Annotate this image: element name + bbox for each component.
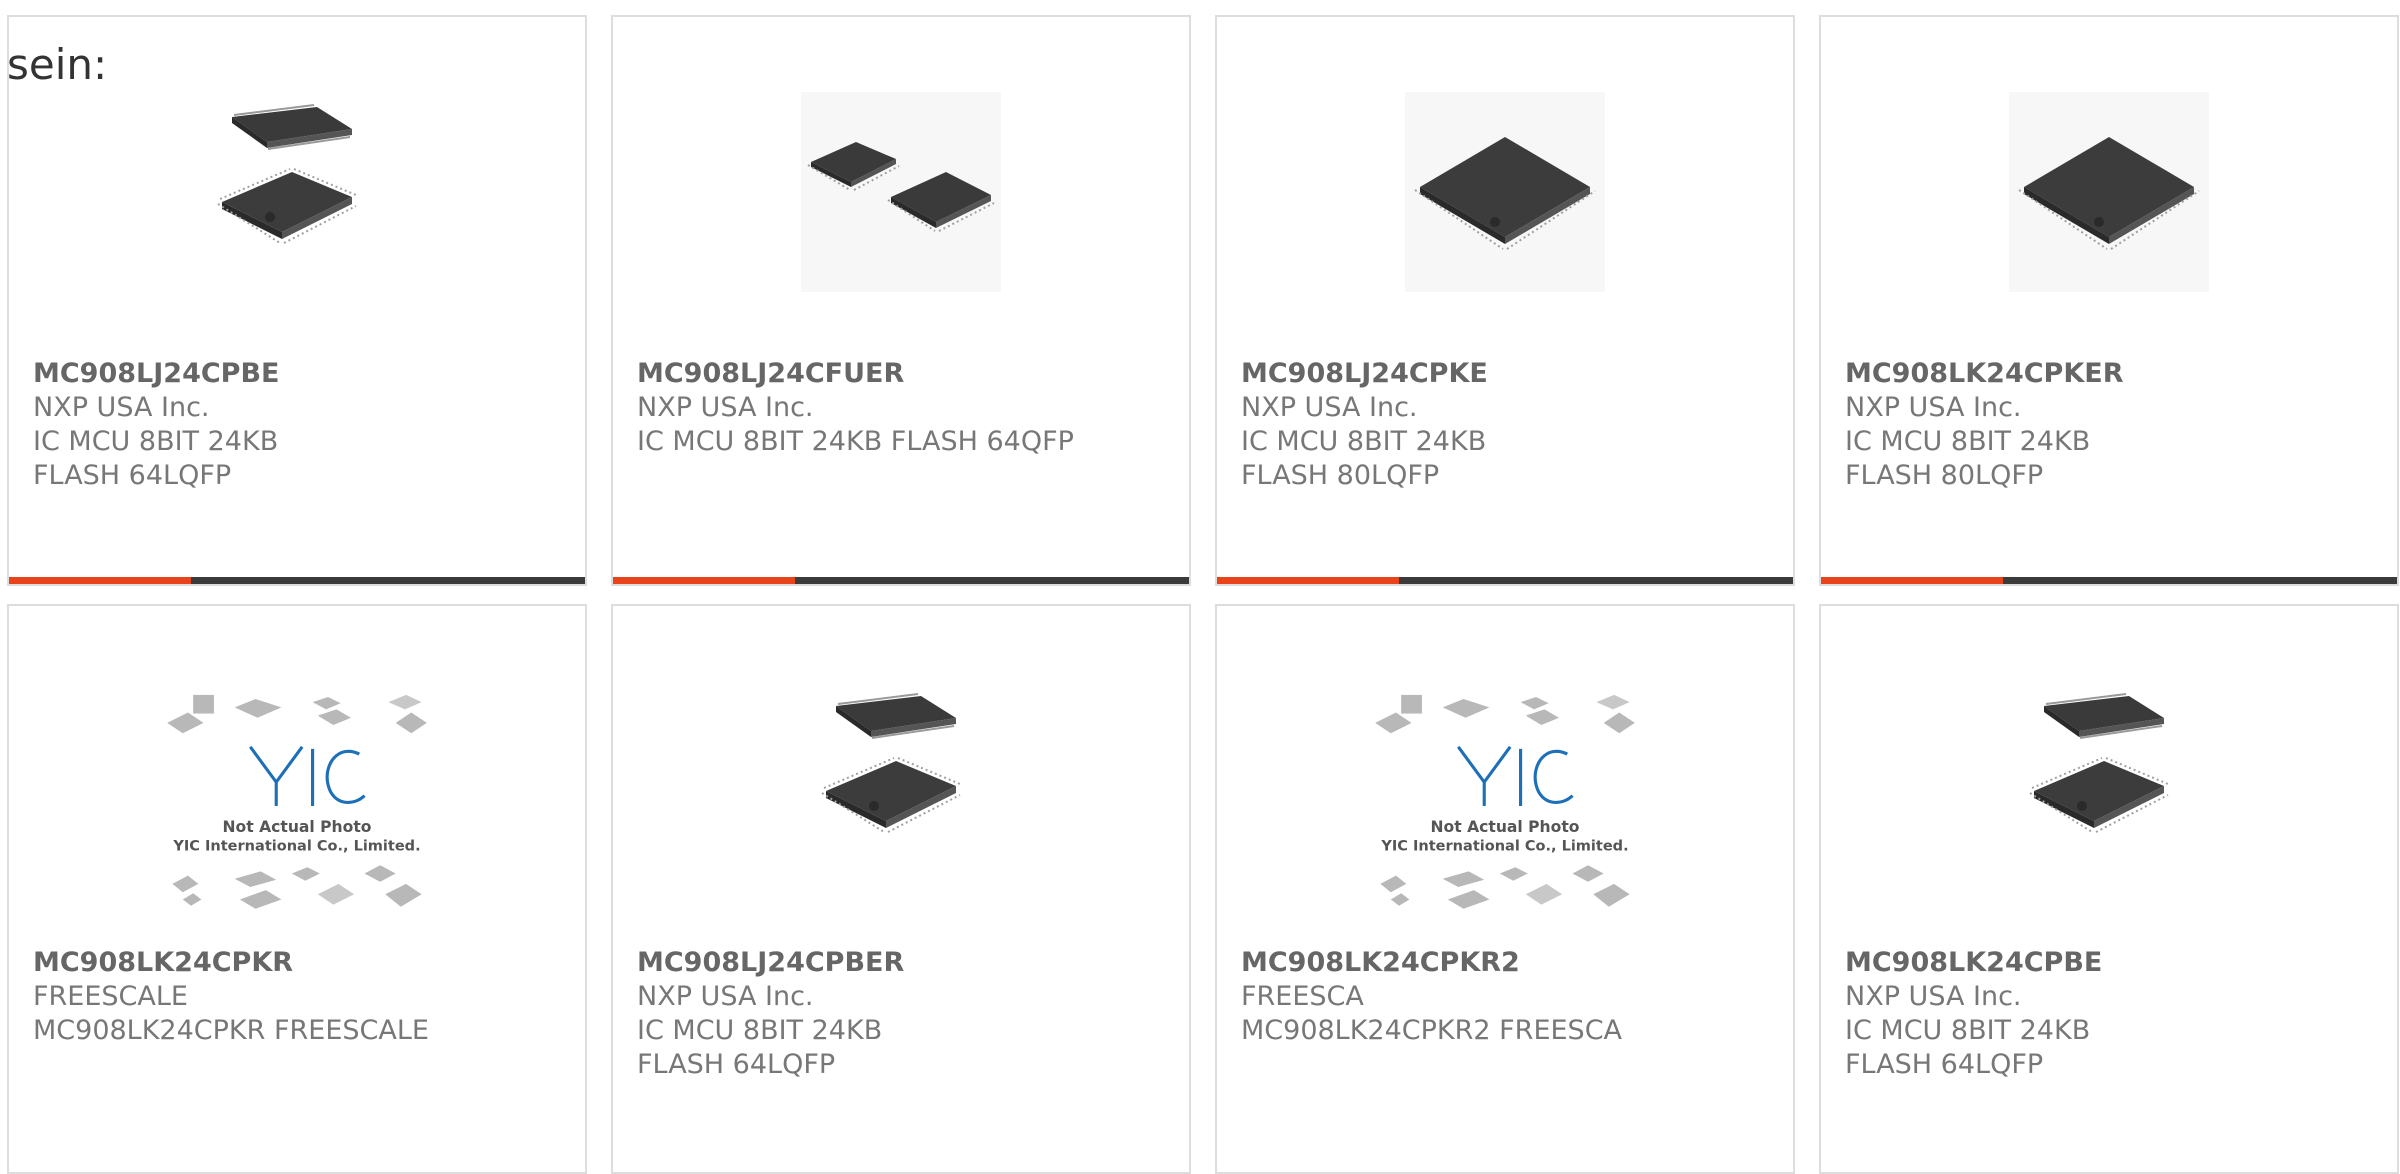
manufacturer: NXP USA Inc. (637, 981, 814, 1012)
manufacturer: FREESCALE (33, 981, 188, 1012)
manufacturer: NXP USA Inc. (1845, 981, 2022, 1012)
placeholder-text-1: Not Actual Photo (223, 818, 372, 836)
description: MC908LK24CPKR2 FREESCA (1241, 1015, 1623, 1046)
chip-pair-stacked-icon (2029, 693, 2169, 833)
part-number[interactable]: MC908LK24CPKER (1845, 357, 2377, 391)
part-number[interactable]: MC908LK24CPBE (1845, 946, 2377, 980)
manufacturer: NXP USA Inc. (1241, 392, 1418, 423)
part-number[interactable]: MC908LJ24CPKE (1241, 357, 1773, 391)
card-footer-accent (1821, 577, 2003, 584)
part-number[interactable]: MC908LK24CPKR2 (1241, 946, 1773, 980)
card-footer-accent (613, 577, 795, 584)
product-card[interactable]: MC908LJ24CPBE NXP USA Inc. IC MCU 8BIT 2… (7, 15, 587, 586)
description: IC MCU 8BIT 24KB FLASH 64LQFP (1845, 1015, 2091, 1080)
product-card[interactable]: Not Actual Photo YIC International Co., … (1215, 604, 1795, 1174)
manufacturer: NXP USA Inc. (637, 392, 814, 423)
product-card[interactable]: MC908LK24CPKER NXP USA Inc. IC MCU 8BIT … (1819, 15, 2399, 586)
chip-single-icon (2009, 92, 2209, 292)
card-footer-accent (9, 577, 191, 584)
card-footer-bar (1217, 577, 1793, 584)
placeholder-text-2: YIC International Co., Limited. (1380, 839, 1628, 855)
chip-pair-stacked-icon (821, 693, 961, 833)
description: IC MCU 8BIT 24KB FLASH 64QFP (637, 426, 1074, 457)
card-footer-bar (9, 577, 585, 584)
description: IC MCU 8BIT 24KB FLASH 64LQFP (33, 426, 279, 491)
placeholder-text-2: YIC International Co., Limited. (172, 839, 420, 855)
product-card[interactable]: MC908LJ24CPBER NXP USA Inc. IC MCU 8BIT … (611, 604, 1191, 1174)
card-footer-bar (1821, 577, 2397, 584)
description: IC MCU 8BIT 24KB FLASH 80LQFP (1845, 426, 2091, 491)
placeholder-logo-icon: Not Actual Photo YIC International Co., … (1375, 694, 1635, 909)
part-number[interactable]: MC908LJ24CPBER (637, 946, 1169, 980)
description: MC908LK24CPKR FREESCALE (33, 1015, 429, 1046)
card-footer-accent (1217, 577, 1399, 584)
card-footer-bar (613, 577, 1189, 584)
description: IC MCU 8BIT 24KB FLASH 64LQFP (637, 1015, 883, 1080)
chip-pair-stacked-icon (217, 104, 357, 244)
placeholder-text-1: Not Actual Photo (1431, 818, 1580, 836)
chip-single-icon (1405, 92, 1605, 292)
part-number[interactable]: MC908LK24CPKR (33, 946, 565, 980)
placeholder-logo-icon: Not Actual Photo YIC International Co., … (167, 694, 427, 909)
manufacturer: NXP USA Inc. (1845, 392, 2022, 423)
product-card[interactable]: MC908LJ24CPKE NXP USA Inc. IC MCU 8BIT 2… (1215, 15, 1795, 586)
manufacturer: NXP USA Inc. (33, 392, 210, 423)
part-number[interactable]: MC908LJ24CPBE (33, 357, 565, 391)
product-card[interactable]: MC908LJ24CFUER NXP USA Inc. IC MCU 8BIT … (611, 15, 1191, 586)
part-number[interactable]: MC908LJ24CFUER (637, 357, 1169, 391)
product-card[interactable]: Not Actual Photo YIC International Co., … (7, 604, 587, 1174)
description: IC MCU 8BIT 24KB FLASH 80LQFP (1241, 426, 1487, 491)
product-card[interactable]: MC908LK24CPBE NXP USA Inc. IC MCU 8BIT 2… (1819, 604, 2399, 1174)
page-label: sein: (7, 40, 108, 89)
manufacturer: FREESCA (1241, 981, 1364, 1012)
chip-pair-side-icon (801, 92, 1001, 292)
